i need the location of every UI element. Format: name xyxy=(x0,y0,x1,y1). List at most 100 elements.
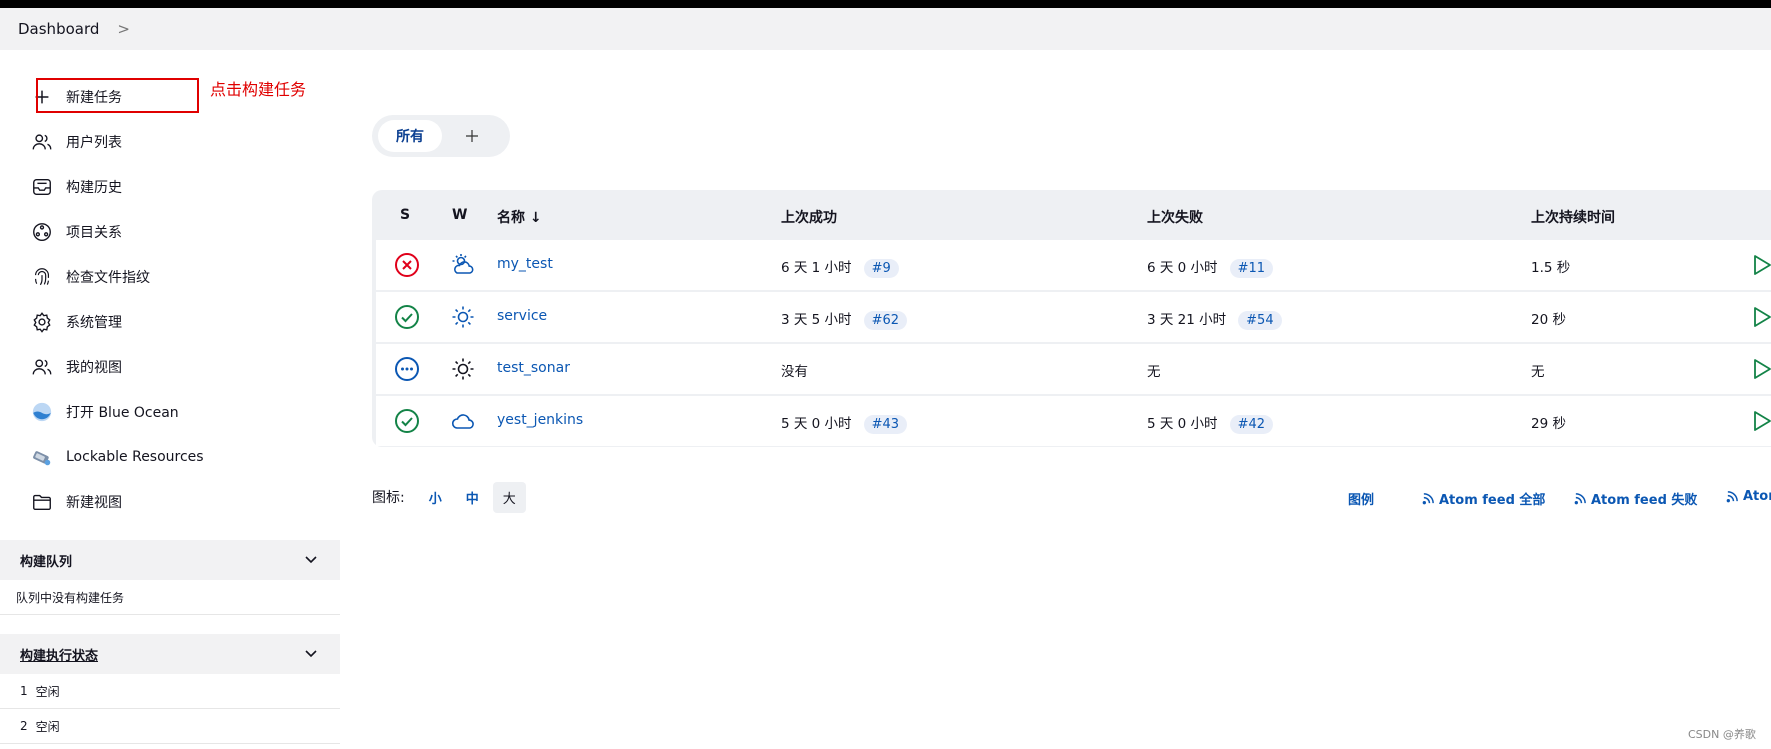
sidebar-item-label: 项目关系 xyxy=(66,225,122,241)
job-name-link[interactable]: service xyxy=(497,308,547,324)
view-tabs: 所有 xyxy=(372,115,510,157)
build-number-link[interactable]: #9 xyxy=(863,259,899,278)
job-table: S W 名称 ↓ 上次成功 上次失败 上次持续时间 my_test 6 天 1 … xyxy=(372,190,1771,447)
breadcrumb: Dashboard > xyxy=(0,8,1771,50)
last-failure-cell: 5 天 0 小时 #42 xyxy=(1147,412,1273,434)
inbox-icon xyxy=(30,175,54,199)
last-duration-cell: 1.5 秒 xyxy=(1531,260,1571,276)
annotation-text: 点击构建任务 xyxy=(210,80,307,99)
icon-size-selector: 图标: 小 中 大 xyxy=(372,481,526,513)
column-header-status[interactable]: S xyxy=(400,207,410,223)
folder-icon xyxy=(30,490,54,514)
not-built-status-icon xyxy=(395,357,419,381)
top-black-bar xyxy=(0,0,1771,8)
last-duration-cell: 29 秒 xyxy=(1531,416,1566,432)
column-header-last-success[interactable]: 上次成功 xyxy=(781,207,837,227)
last-duration-cell: 无 xyxy=(1531,364,1545,380)
sunny-icon xyxy=(452,358,474,380)
last-success-cell: 5 天 0 小时 #43 xyxy=(781,412,907,434)
breadcrumb-dashboard[interactable]: Dashboard xyxy=(18,20,99,38)
column-header-last-duration[interactable]: 上次持续时间 xyxy=(1531,207,1615,227)
gear-icon xyxy=(30,310,54,334)
lock-resource-icon xyxy=(30,445,54,469)
blue-ocean-icon xyxy=(30,400,54,424)
last-failure-time: 3 天 21 小时 xyxy=(1147,312,1227,328)
job-name-link[interactable]: test_sonar xyxy=(497,360,570,376)
cloudy-sun-icon xyxy=(452,254,474,274)
chevron-down-icon[interactable] xyxy=(304,646,318,660)
table-row: my_test 6 天 1 小时 #9 6 天 0 小时 #11 1.5 秒 xyxy=(376,240,1771,290)
executors-header[interactable]: 构建执行状态 xyxy=(0,634,340,674)
build-number-link[interactable]: #43 xyxy=(863,415,907,434)
last-failure-cell: 3 天 21 小时 #54 xyxy=(1147,308,1282,330)
job-name-link[interactable]: my_test xyxy=(497,256,553,272)
build-number-link[interactable]: #42 xyxy=(1229,415,1273,434)
atom-feed-latest-link[interactable]: Ator xyxy=(1726,489,1771,504)
table-header: S W 名称 ↓ 上次成功 上次失败 上次持续时间 xyxy=(372,190,1771,240)
sidebar-item-label: 构建历史 xyxy=(66,180,122,196)
people-icon xyxy=(30,130,54,154)
rss-icon xyxy=(1574,493,1586,505)
icon-size-medium[interactable]: 中 xyxy=(456,482,489,513)
sidebar-item-blue-ocean[interactable]: 打开 Blue Ocean xyxy=(30,398,179,426)
atom-feed-failed-link[interactable]: Atom feed 失败 xyxy=(1574,489,1697,508)
sidebar-item-label: Lockable Resources xyxy=(66,449,204,465)
executor-number: 1 xyxy=(20,684,28,698)
column-header-name[interactable]: 名称 ↓ xyxy=(497,207,542,227)
sidebar-item-build-history[interactable]: 构建历史 xyxy=(30,173,122,201)
icon-size-small[interactable]: 小 xyxy=(419,482,452,513)
last-failure-cell: 无 xyxy=(1147,364,1161,380)
sidebar-item-label: 用户列表 xyxy=(66,135,122,151)
sidebar-item-manage-jenkins[interactable]: 系统管理 xyxy=(30,308,122,336)
executor-status: 空闲 xyxy=(35,684,60,699)
executors-title[interactable]: 构建执行状态 xyxy=(20,645,98,664)
schedule-build-icon[interactable] xyxy=(1752,358,1771,380)
last-failure-time: 6 天 0 小时 xyxy=(1147,260,1218,276)
executor-status: 空闲 xyxy=(35,719,60,734)
sidebar-item-people[interactable]: 用户列表 xyxy=(30,128,122,156)
sidebar-item-new-view[interactable]: 新建视图 xyxy=(30,488,122,516)
sidebar-item-project-relationship[interactable]: 项目关系 xyxy=(30,218,122,246)
sidebar-item-fingerprint[interactable]: 检查文件指纹 xyxy=(30,263,150,291)
watermark: CSDN @养歌 xyxy=(1688,728,1756,741)
schedule-build-icon[interactable] xyxy=(1752,306,1771,328)
last-success-time: 5 天 0 小时 xyxy=(781,416,852,432)
last-success-cell: 6 天 1 小时 #9 xyxy=(781,256,899,278)
last-success-time: 3 天 5 小时 xyxy=(781,312,852,328)
build-queue-empty: 队列中没有构建任务 xyxy=(0,580,340,615)
sidebar-item-label: 我的视图 xyxy=(66,360,122,376)
rss-icon xyxy=(1726,491,1738,503)
atom-feed-latest-label: Ator xyxy=(1743,489,1771,504)
failed-status-icon xyxy=(395,253,419,277)
schedule-build-icon[interactable] xyxy=(1752,254,1771,276)
success-status-icon xyxy=(395,305,419,329)
cloudy-icon xyxy=(451,414,474,429)
executor-row: 2 空闲 xyxy=(0,709,340,744)
icon-size-large[interactable]: 大 xyxy=(492,481,526,513)
sidebar-item-lockable-resources[interactable]: Lockable Resources xyxy=(30,443,204,471)
build-number-link[interactable]: #11 xyxy=(1229,259,1273,278)
sidebar-item-my-views[interactable]: 我的视图 xyxy=(30,353,122,381)
build-number-link[interactable]: #54 xyxy=(1238,311,1282,330)
last-failure-cell: 6 天 0 小时 #11 xyxy=(1147,256,1273,278)
last-success-cell: 3 天 5 小时 #62 xyxy=(781,308,907,330)
schedule-build-icon[interactable] xyxy=(1752,410,1771,432)
build-queue-empty-text: 队列中没有构建任务 xyxy=(16,590,125,605)
add-tab-button[interactable] xyxy=(460,124,484,148)
atom-feed-all-link[interactable]: Atom feed 全部 xyxy=(1422,489,1545,508)
legend-link[interactable]: 图例 xyxy=(1348,489,1374,508)
build-number-link[interactable]: #62 xyxy=(863,311,907,330)
job-name-link[interactable]: yest_jenkins xyxy=(497,412,583,428)
sidebar-item-label: 检查文件指纹 xyxy=(66,270,150,286)
column-header-last-failure[interactable]: 上次失败 xyxy=(1147,207,1203,227)
atom-feed-failed-label: Atom feed 失败 xyxy=(1591,493,1698,508)
column-header-weather[interactable]: W xyxy=(452,207,467,223)
chevron-down-icon[interactable] xyxy=(304,552,318,566)
fingerprint-icon xyxy=(30,265,54,289)
executor-row: 1 空闲 xyxy=(0,674,340,709)
last-failure-time: 5 天 0 小时 xyxy=(1147,416,1218,432)
tab-all[interactable]: 所有 xyxy=(378,120,442,152)
breadcrumb-separator-icon[interactable]: > xyxy=(117,20,130,38)
build-queue-header[interactable]: 构建队列 xyxy=(0,540,340,580)
table-row: test_sonar 没有 无 无 xyxy=(376,344,1771,394)
